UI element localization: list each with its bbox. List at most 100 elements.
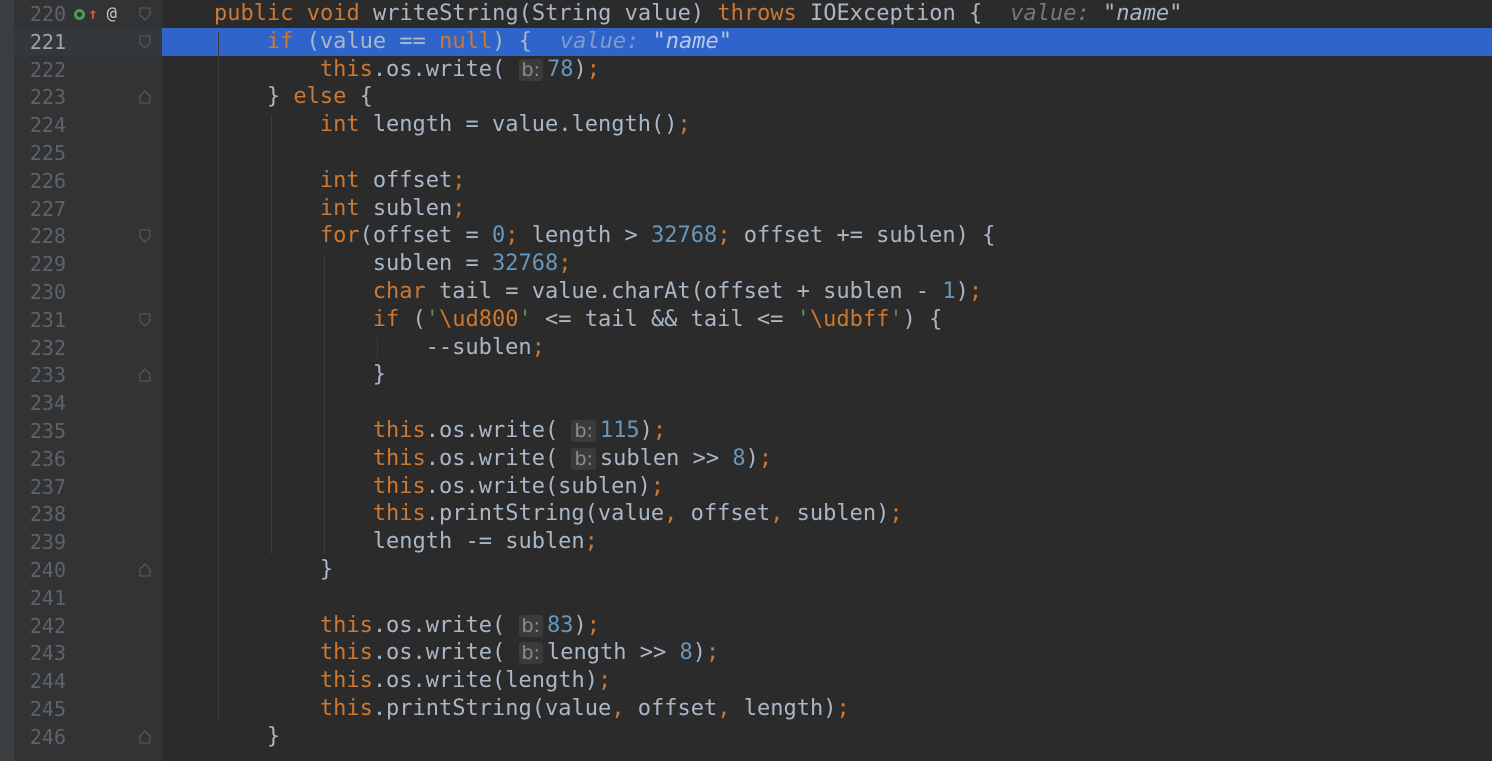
line-number[interactable]: 240	[14, 556, 66, 584]
code-text[interactable]: }	[320, 556, 333, 584]
code-text[interactable]: sublen = 32768;	[373, 250, 572, 278]
fold-open-icon[interactable]	[139, 313, 151, 327]
code-text[interactable]: this.printString(value, offset, sublen);	[373, 500, 903, 528]
code-token: ;	[758, 445, 773, 471]
code-line[interactable]: 225	[0, 139, 1492, 167]
line-number[interactable]: 227	[14, 195, 66, 223]
line-number[interactable]: 220	[14, 0, 66, 28]
implements-icon[interactable]	[74, 8, 85, 20]
code-text[interactable]: }	[267, 723, 280, 751]
fold-open-icon[interactable]	[139, 7, 151, 21]
code-line[interactable]: 246}	[0, 723, 1492, 751]
line-number[interactable]: 228	[14, 222, 66, 250]
line-number[interactable]: 245	[14, 695, 66, 723]
code-text[interactable]: this.os.write( b: 115);	[373, 417, 666, 445]
line-number[interactable]: 237	[14, 473, 66, 501]
code-text[interactable]: length -= sublen;	[373, 528, 598, 556]
code-line[interactable]: 244 this.os.write(length);	[0, 667, 1492, 695]
code-text[interactable]: char tail = value.charAt(offset + sublen…	[373, 278, 982, 306]
code-text[interactable]: int sublen;	[320, 195, 466, 223]
line-number[interactable]: 224	[14, 111, 66, 139]
code-line[interactable]: 223 } else {	[0, 83, 1492, 111]
code-text[interactable]: this.os.write( b: length >> 8);	[320, 639, 719, 667]
code-text[interactable]: int length = value.length();	[320, 111, 691, 139]
line-number[interactable]: 239	[14, 528, 66, 556]
code-text[interactable]: for(offset = 0; length > 32768; offset +…	[320, 222, 996, 250]
code-text[interactable]: this.os.write( b: 83);	[320, 612, 600, 640]
code-line[interactable]: 245 this.printString(value, offset, lengt…	[0, 695, 1492, 723]
line-number[interactable]: 229	[14, 250, 66, 278]
code-text[interactable]: this.os.write(sublen);	[373, 473, 664, 501]
line-number[interactable]: 243	[14, 639, 66, 667]
code-text[interactable]: this.os.write( b: 78);	[320, 56, 600, 84]
code-line[interactable]: 228 for(offset = 0; length > 32768; offse…	[0, 222, 1492, 250]
line-number[interactable]: 241	[14, 584, 66, 612]
line-number[interactable]: 231	[14, 306, 66, 334]
code-text[interactable]: this.printString(value, offset, length);	[320, 695, 850, 723]
line-number[interactable]: 230	[14, 278, 66, 306]
line-number[interactable]: 221	[14, 28, 66, 56]
code-line[interactable]: 230 char tail = value.charAt(offset + sub…	[0, 278, 1492, 306]
annotation-icon[interactable]: @	[107, 4, 117, 24]
code-line[interactable]: 237 this.os.write(sublen);	[0, 473, 1492, 501]
code-line[interactable]: 240}	[0, 556, 1492, 584]
code-line[interactable]: 234	[0, 389, 1492, 417]
code-token: 8	[732, 445, 746, 471]
code-token: writeString(String value)	[372, 1, 718, 26]
fold-close-icon[interactable]	[139, 730, 151, 744]
code-line[interactable]: 241	[0, 584, 1492, 612]
code-line[interactable]: 243 this.os.write( b: length >> 8);	[0, 639, 1492, 667]
code-text[interactable]: int offset;	[320, 167, 466, 195]
code-line[interactable]: 231 if ('\ud800' <= tail && tail <= '\udb…	[0, 306, 1492, 334]
code-text[interactable]: if (value == null) {value: "name"	[267, 28, 732, 56]
code-token: '	[796, 306, 810, 332]
code-line[interactable]: 232 --sublen;	[0, 334, 1492, 362]
code-line[interactable]: 242 this.os.write( b: 83);	[0, 612, 1492, 640]
line-number[interactable]: 233	[14, 361, 66, 389]
code-line[interactable]: 235 this.os.write( b: 115);	[0, 417, 1492, 445]
line-number[interactable]: 225	[14, 139, 66, 167]
code-line[interactable]: 222 this.os.write( b: 78);	[0, 56, 1492, 84]
parameter-hint: b:	[518, 642, 543, 665]
line-number[interactable]: 238	[14, 500, 66, 528]
code-line[interactable]: 226 int offset;	[0, 167, 1492, 195]
code-token: int	[319, 167, 373, 193]
code-line[interactable]: 236 this.os.write( b: sublen >> 8);	[0, 445, 1492, 473]
fold-close-icon[interactable]	[139, 368, 151, 382]
line-number[interactable]: 236	[14, 445, 66, 473]
code-text[interactable]: this.os.write( b: sublen >> 8);	[373, 445, 772, 473]
code-line[interactable]: 224 int length = value.length();	[0, 111, 1492, 139]
fold-close-icon[interactable]	[139, 563, 151, 577]
line-number[interactable]: 222	[14, 56, 66, 84]
fold-open-icon[interactable]	[139, 35, 151, 49]
code-text[interactable]: --sublen;	[426, 334, 545, 362]
code-text[interactable]: public void writeString(String value) th…	[214, 0, 1182, 28]
code-text[interactable]: if ('\ud800' <= tail && tail <= '\udbff'…	[373, 306, 943, 334]
code-line[interactable]: 238 this.printString(value, offset, suble…	[0, 500, 1492, 528]
code-line[interactable]: 221 if (value == null) {value: "name"	[0, 27, 1492, 56]
code-text[interactable]: }	[373, 361, 386, 389]
line-number[interactable]: 232	[14, 334, 66, 362]
code-token: if	[372, 306, 413, 332]
code-token: length >>	[546, 640, 680, 666]
code-token: ;	[452, 167, 466, 193]
line-number[interactable]: 226	[14, 167, 66, 195]
line-number[interactable]: 235	[14, 417, 66, 445]
code-line[interactable]: 227 int sublen;	[0, 195, 1492, 223]
line-number[interactable]: 223	[14, 83, 66, 111]
code-token: ,	[770, 501, 797, 527]
code-text[interactable]: } else {	[267, 83, 373, 111]
fold-close-icon[interactable]	[139, 90, 151, 104]
code-line[interactable]: 233}	[0, 361, 1492, 389]
code-editor[interactable]: 220 ↑ @ public void writeString(String valu…	[0, 0, 1492, 761]
line-number[interactable]: 242	[14, 612, 66, 640]
line-number[interactable]: 244	[14, 667, 66, 695]
overrides-up-arrow-icon[interactable]: ↑	[88, 6, 98, 22]
fold-open-icon[interactable]	[139, 229, 151, 244]
code-line[interactable]: 239 length -= sublen;	[0, 528, 1492, 556]
code-line[interactable]: 229 sublen = 32768;	[0, 250, 1492, 278]
line-number[interactable]: 246	[14, 723, 66, 751]
line-number[interactable]: 234	[14, 389, 66, 417]
code-text[interactable]: this.os.write(length);	[320, 667, 611, 695]
code-line[interactable]: 220 ↑ @ public void writeString(String valu…	[0, 0, 1492, 28]
